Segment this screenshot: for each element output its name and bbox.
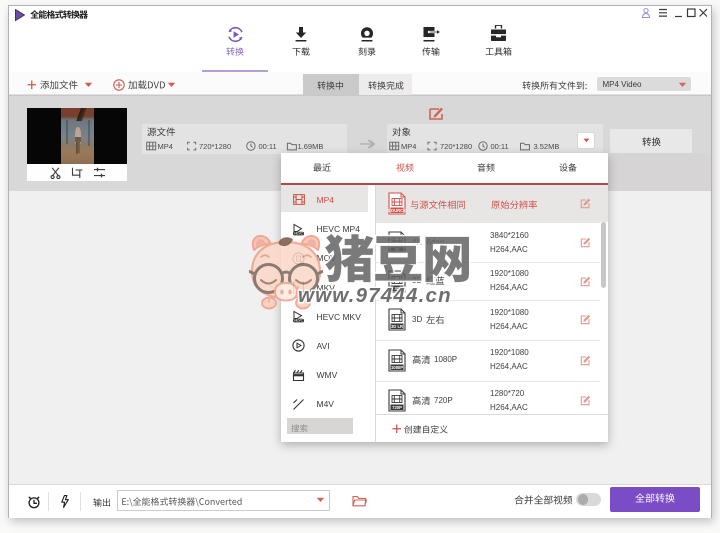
- svg-text:SOURCE: SOURCE: [388, 208, 406, 213]
- svg-text:3D LR: 3D LR: [391, 324, 403, 329]
- svg-text:1080P: 1080P: [391, 364, 403, 369]
- svg-text:HEVC: HEVC: [294, 319, 304, 323]
- svg-text:www.97444.cn: www.97444.cn: [298, 284, 452, 307]
- svg-text:720P: 720P: [392, 405, 402, 410]
